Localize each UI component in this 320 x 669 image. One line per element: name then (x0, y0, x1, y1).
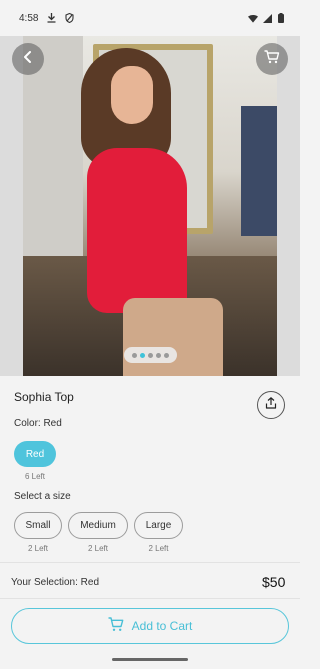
product-image-carousel[interactable] (0, 36, 300, 376)
image-pager[interactable] (124, 347, 177, 363)
add-to-cart-button[interactable]: Add to Cart (11, 608, 289, 644)
color-stock: 6 Left (24, 472, 45, 481)
size-stock-small: 2 Left (27, 544, 48, 553)
size-option-small[interactable]: Small (14, 512, 62, 539)
home-indicator[interactable] (112, 658, 188, 661)
pager-dot[interactable] (140, 352, 145, 358)
color-option-red[interactable]: Red (14, 441, 56, 467)
selection-summary: Your Selection: Red (11, 577, 100, 588)
share-icon (265, 396, 277, 414)
size-stock-medium: 2 Left (87, 544, 108, 553)
pager-dot[interactable] (156, 352, 161, 358)
wifi-icon (248, 13, 258, 23)
status-bar: 4:58 (0, 0, 300, 36)
pager-dot[interactable] (132, 352, 137, 358)
status-time: 4:58 (19, 12, 39, 24)
size-option-medium[interactable]: Medium (68, 512, 128, 539)
cart-icon (108, 617, 124, 635)
product-photo (23, 36, 277, 376)
divider (0, 598, 300, 599)
cart-icon (264, 49, 280, 69)
download-icon (46, 13, 56, 23)
status-left: 4:58 (19, 13, 74, 24)
battery-icon (276, 13, 286, 23)
price: $50 (262, 574, 286, 590)
size-label: Select a size (14, 491, 71, 502)
size-stock-large: 2 Left (148, 544, 169, 553)
chevron-left-icon (22, 50, 34, 68)
share-button[interactable] (257, 391, 285, 419)
shield-icon (64, 13, 74, 23)
status-right (248, 13, 286, 23)
size-option-large[interactable]: Large (134, 512, 183, 539)
pager-dot[interactable] (164, 352, 169, 358)
add-to-cart-label: Add to Cart (131, 619, 193, 633)
pager-dot[interactable] (148, 352, 153, 358)
back-button[interactable] (12, 43, 44, 75)
cart-button[interactable] (256, 43, 288, 75)
signal-icon (262, 13, 272, 23)
product-name: Sophia Top (14, 390, 74, 404)
color-label: Color: Red (14, 418, 62, 429)
